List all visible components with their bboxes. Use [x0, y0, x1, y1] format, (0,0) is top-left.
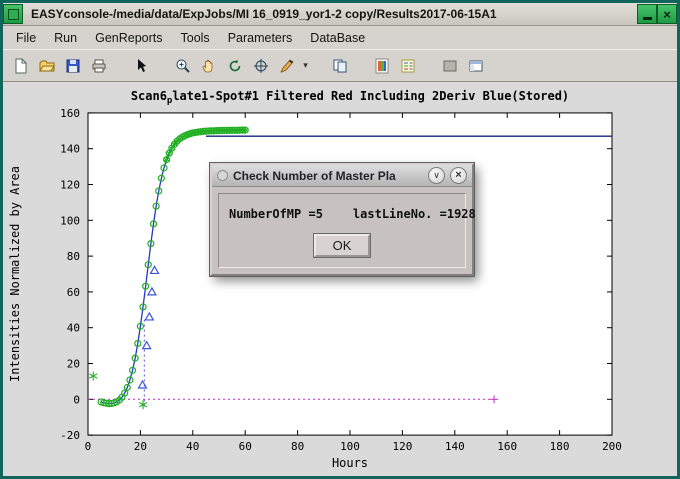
dialog-message: NumberOfMP =5 lastLineNo. =1928	[229, 207, 455, 221]
dialog-close-button[interactable]: ×	[450, 167, 467, 184]
svg-text:120: 120	[392, 440, 412, 453]
svg-text:100: 100	[60, 214, 80, 227]
ok-button[interactable]: OK	[314, 234, 371, 257]
rotate-3d-icon[interactable]	[222, 53, 248, 79]
toolbar: ▾	[3, 49, 677, 82]
menu-tools[interactable]: Tools	[172, 28, 219, 48]
last-line-no-value: lastLineNo. =1928	[353, 207, 476, 221]
insert-legend-icon[interactable]	[395, 53, 421, 79]
dialog-rollup-button[interactable]: ∨	[428, 167, 445, 184]
close-icon: ×	[663, 8, 671, 21]
data-cursor-icon[interactable]	[248, 53, 274, 79]
open-folder-icon[interactable]	[34, 53, 60, 79]
svg-text:100: 100	[340, 440, 360, 453]
svg-text:Intensities Normalized by Area: Intensities Normalized by Area	[8, 166, 22, 382]
svg-text:-20: -20	[60, 429, 80, 442]
menu-bar: File Run GenReports Tools Parameters Dat…	[3, 26, 677, 49]
pan-hand-icon[interactable]	[196, 53, 222, 79]
window-title: EASYconsole-/media/data/ExpJobs/MI 16_09…	[23, 7, 637, 21]
app-window: EASYconsole-/media/data/ExpJobs/MI 16_09…	[0, 0, 680, 479]
svg-text:160: 160	[60, 107, 80, 120]
menu-file[interactable]: File	[7, 28, 45, 48]
app-icon	[8, 9, 19, 20]
dialog-title-bar[interactable]: Check Number of Master Pla ∨ ×	[212, 165, 472, 187]
menu-parameters[interactable]: Parameters	[219, 28, 302, 48]
brush-dropdown-icon[interactable]: ▾	[300, 54, 311, 78]
pointer-icon[interactable]	[128, 53, 154, 79]
minimize-button[interactable]	[637, 4, 657, 24]
svg-text:Scan6plate1-Spot#1 Filtered Re: Scan6plate1-Spot#1 Filtered Red Includin…	[131, 89, 569, 106]
zoom-in-icon[interactable]	[170, 53, 196, 79]
new-file-icon[interactable]	[8, 53, 34, 79]
menu-genreports[interactable]: GenReports	[86, 28, 171, 48]
svg-text:40: 40	[186, 440, 199, 453]
app-menu-button[interactable]	[3, 4, 23, 24]
svg-text:0: 0	[85, 440, 92, 453]
close-button[interactable]: ×	[657, 4, 677, 24]
menu-database[interactable]: DataBase	[301, 28, 374, 48]
svg-text:60: 60	[239, 440, 252, 453]
dialog-title: Check Number of Master Pla	[233, 169, 423, 183]
svg-text:80: 80	[291, 440, 304, 453]
svg-text:160: 160	[497, 440, 517, 453]
svg-text:180: 180	[550, 440, 570, 453]
copy-figure-icon[interactable]	[327, 53, 353, 79]
dialog-body: NumberOfMP =5 lastLineNo. =1928 OK	[212, 187, 472, 274]
save-icon[interactable]	[60, 53, 86, 79]
svg-text:0: 0	[73, 393, 80, 406]
svg-text:200: 200	[602, 440, 622, 453]
chart-svg: 0 20 40 60 80 100 120 140 160 180 200 -20 0 20 40 60 80 1…	[3, 82, 677, 476]
chevron-down-icon: ∨	[433, 171, 440, 180]
dialog-button-row: OK	[229, 234, 455, 257]
menu-run[interactable]: Run	[45, 28, 86, 48]
svg-text:20: 20	[134, 440, 147, 453]
svg-text:80: 80	[67, 250, 80, 263]
close-icon: ×	[455, 170, 461, 181]
brush-icon[interactable]	[274, 53, 300, 79]
number-of-mp-value: NumberOfMP =5	[229, 207, 323, 221]
svg-text:Hours: Hours	[332, 456, 368, 470]
svg-text:60: 60	[67, 286, 80, 299]
figure-canvas[interactable]: 0 20 40 60 80 100 120 140 160 180 200 -20 0 20 40 60 80 1…	[3, 82, 677, 476]
svg-text:140: 140	[60, 143, 80, 156]
svg-text:40: 40	[67, 322, 80, 335]
svg-text:20: 20	[67, 358, 80, 371]
title-bar: EASYconsole-/media/data/ExpJobs/MI 16_09…	[3, 3, 677, 26]
minimize-icon	[643, 17, 652, 20]
dialog-content-panel: NumberOfMP =5 lastLineNo. =1928 OK	[218, 193, 466, 268]
insert-colorbar-icon[interactable]	[369, 53, 395, 79]
dialog-grip-icon	[217, 170, 228, 181]
show-plot-tools-icon[interactable]	[463, 53, 489, 79]
check-master-plate-dialog: Check Number of Master Pla ∨ × NumberOfM…	[210, 163, 474, 276]
svg-text:140: 140	[445, 440, 465, 453]
hide-plot-tools-icon[interactable]	[437, 53, 463, 79]
print-icon[interactable]	[86, 53, 112, 79]
svg-text:120: 120	[60, 179, 80, 192]
